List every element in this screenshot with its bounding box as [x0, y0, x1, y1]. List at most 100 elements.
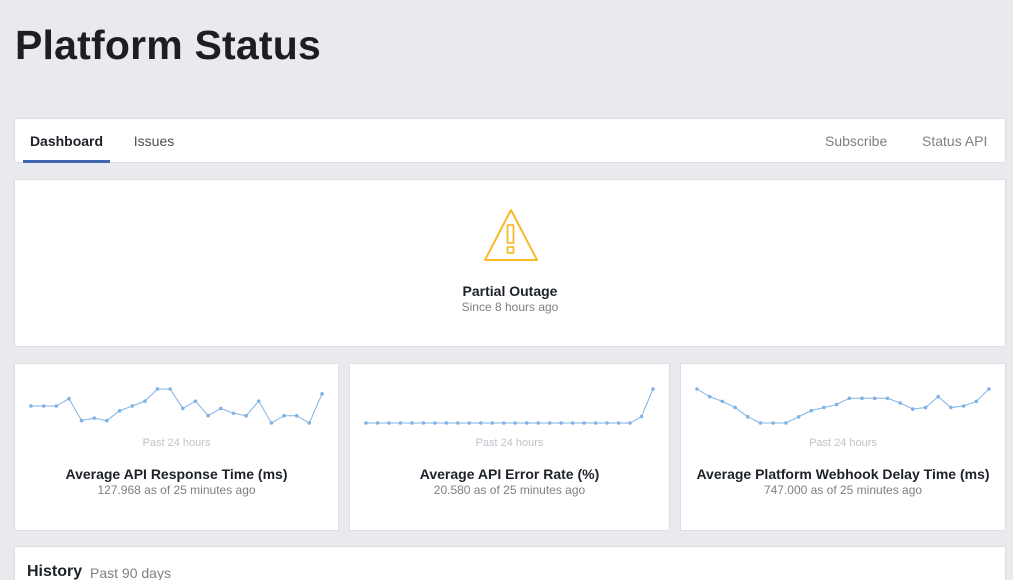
sparkline-point — [181, 406, 185, 411]
sparkline-point — [974, 399, 979, 404]
sparkline-point — [410, 421, 414, 425]
sparkline-point — [593, 421, 598, 425]
sparkline-point — [444, 421, 449, 425]
sparkline-point — [155, 387, 160, 391]
sparkline-point — [79, 418, 84, 423]
sparkline-point — [771, 421, 775, 425]
sparkline-point — [834, 402, 839, 407]
subscribe-link[interactable]: Subscribe — [825, 119, 887, 162]
sparkline-point — [513, 421, 518, 425]
status-card: Partial Outage Since 8 hours ago — [14, 179, 1006, 347]
metric-card-response-time: Past 24 hours Average API Response Time … — [14, 363, 339, 531]
metric-card-error-rate: Past 24 hours Average API Error Rate (%)… — [349, 363, 670, 531]
sparkline-point — [758, 421, 763, 425]
sparkline-point — [168, 387, 172, 391]
sparkline-chart — [695, 387, 991, 425]
sparkline-point — [398, 421, 403, 425]
page-title: Platform Status — [15, 22, 321, 68]
metric-card-webhook-delay: Past 24 hours Average Platform Webhook D… — [680, 363, 1006, 531]
sparkline-point — [639, 414, 644, 419]
sparkline-point — [822, 405, 826, 410]
sparkline-point — [105, 418, 109, 423]
sparkline-point — [536, 421, 540, 425]
sparkline-point — [784, 421, 788, 425]
sparkline-point — [320, 392, 324, 396]
sparkline-point — [936, 394, 941, 399]
sparkline-point — [559, 421, 563, 425]
history-title: History — [27, 563, 83, 580]
sparkline-point — [796, 415, 801, 419]
metric-title: Average API Error Rate (%) — [419, 466, 600, 482]
metric-title: Average Platform Webhook Delay Time (ms) — [696, 466, 990, 482]
sparkline-chart — [29, 387, 324, 425]
sparkline-point — [524, 421, 529, 425]
sparkline-point — [193, 399, 198, 403]
metric-value: 747.000 as of 25 minutes ago — [763, 483, 923, 497]
sparkline-point — [651, 387, 655, 391]
history-card: History Past 90 days — [14, 546, 1006, 580]
status-since: Since 8 hours ago — [461, 300, 559, 314]
sparkline-point — [745, 415, 750, 419]
sparkline-point — [949, 405, 953, 410]
sparkline-point — [433, 421, 437, 425]
metric-value: 127.968 as of 25 minutes ago — [97, 483, 256, 497]
metric-period: Past 24 hours — [142, 437, 211, 449]
sparkline-point — [387, 421, 391, 425]
metric-period: Past 24 hours — [475, 437, 544, 449]
sparkline-point — [911, 407, 915, 411]
status-api-link[interactable]: Status API — [922, 119, 987, 162]
sparkline-point — [206, 413, 210, 418]
sparkline-point — [421, 421, 426, 425]
history-subtitle: Past 90 days — [90, 565, 171, 580]
sparkline-point — [961, 404, 966, 408]
sparkline-point — [628, 421, 632, 425]
sparkline-point — [41, 404, 46, 408]
sparkline-point — [130, 404, 135, 408]
sparkline-point — [707, 394, 712, 399]
sparkline-point — [467, 421, 472, 425]
tab-dashboard[interactable]: Dashboard — [23, 119, 110, 163]
sparkline-point — [605, 421, 609, 425]
metric-value: 20.580 as of 25 minutes ago — [433, 483, 586, 497]
sparkline-point — [923, 405, 928, 410]
sparkline-point — [218, 406, 223, 411]
sparkline-point — [695, 387, 699, 391]
sparkline-point — [29, 404, 33, 408]
sparkline-point — [490, 421, 495, 425]
sparkline-point — [479, 421, 483, 425]
sparkline-point — [67, 396, 71, 401]
sparkline-point — [364, 421, 368, 425]
sparkline-point — [501, 421, 506, 425]
sparkline-point — [547, 421, 552, 425]
sparkline-series-line — [31, 388, 323, 424]
sparkline-point — [294, 413, 299, 418]
sparkline-point — [307, 421, 312, 425]
sparkline-point — [244, 413, 248, 418]
sparkline-point — [860, 396, 864, 401]
sparkline-series-line — [366, 388, 654, 424]
sparkline-point — [54, 404, 59, 408]
sparkline-point — [92, 416, 97, 420]
sparkline-point — [847, 396, 852, 401]
sparkline-series-line — [696, 388, 990, 424]
sparkline-point — [616, 421, 621, 425]
metric-period: Past 24 hours — [809, 437, 877, 449]
sparkline-chart — [364, 387, 655, 425]
tab-issues[interactable]: Issues — [127, 119, 181, 162]
sparkline-point — [231, 411, 236, 416]
status-title: Partial Outage — [462, 283, 558, 299]
sparkline-point — [733, 405, 737, 410]
sparkline-point — [256, 399, 261, 403]
sparkline-point — [885, 396, 890, 401]
warning-triangle-icon — [484, 209, 538, 261]
sparkline-point — [720, 399, 725, 404]
sparkline-point — [282, 413, 286, 418]
sparkline-point — [898, 401, 902, 405]
sparkline-point — [456, 421, 460, 425]
sparkline-point — [872, 396, 877, 401]
metric-title: Average API Response Time (ms) — [65, 466, 288, 482]
sparkline-point — [117, 409, 122, 413]
sparkline-point — [987, 387, 991, 391]
sparkline-point — [582, 421, 586, 425]
sparkline-point — [809, 408, 814, 413]
